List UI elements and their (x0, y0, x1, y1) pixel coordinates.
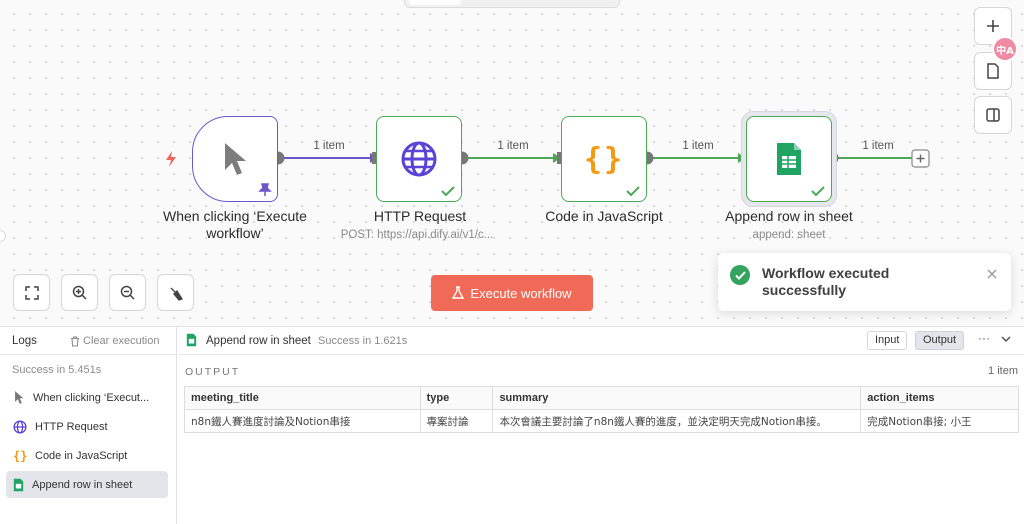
google-sheets-icon (777, 143, 801, 175)
document-icon (987, 63, 999, 79)
log-item-append-row-sheet[interactable]: Append row in sheet (6, 471, 168, 498)
success-check-icon (441, 186, 455, 197)
edge-item-count: 1 item (497, 140, 529, 152)
toast-message: Workflow executed successfully (762, 265, 962, 299)
braces-icon: {} (583, 141, 625, 177)
zoom-out-button[interactable] (109, 274, 146, 311)
google-sheets-icon (186, 333, 197, 347)
node-subtitle: POST: https://api.dify.ai/v1/c... (340, 229, 494, 241)
output-item-count: 1 item (988, 365, 1018, 377)
sidebar-icon (986, 108, 1000, 122)
tidy-up-button[interactable] (157, 274, 194, 311)
column-header: meeting_title (184, 386, 421, 410)
node-title: Code in JavaScript (545, 208, 663, 224)
execution-panel: Logs Clear execution Success in 5.451s W… (0, 326, 1024, 524)
logs-header: Logs Clear execution (0, 327, 177, 355)
node-subtitle: append: sheet (752, 229, 826, 241)
output-toggle-button[interactable]: Output (915, 331, 965, 350)
column-header: type (419, 386, 494, 410)
table-cell: n8n鐵人賽進度討論及Notion串接 (184, 409, 421, 433)
cursor-icon (225, 143, 246, 175)
success-circle-icon (730, 265, 750, 285)
log-item-label: HTTP Request (35, 420, 108, 433)
node-output-header: Append row in sheet Success in 1.621s In… (178, 327, 1024, 355)
clear-execution-label: Clear execution (83, 335, 160, 347)
success-toast: Workflow executed successfully (718, 253, 1011, 311)
zoom-in-icon (72, 285, 87, 300)
table-cell: 完成Notion串接; 小王 (860, 409, 1019, 433)
log-item-http-request[interactable]: HTTP Request (6, 413, 168, 440)
node-code[interactable]: {} (561, 116, 647, 202)
workflow-canvas[interactable]: When clicking ‘Execute workflow’ HTTP Re… (0, 0, 1024, 326)
table-header-row: meeting_title type summary action_items (184, 386, 1019, 410)
column-header: action_items (860, 386, 1019, 410)
node-title: HTTP Request (373, 208, 467, 224)
broom-icon (170, 287, 183, 301)
toast-message-line: successfully (762, 282, 847, 298)
braces-icon: {} (13, 448, 28, 463)
node-http-request[interactable] (376, 116, 462, 202)
log-item-label: When clicking ‘Execut... (33, 391, 150, 404)
node-output-title: Append row in sheet (206, 335, 311, 347)
pin-icon (258, 183, 272, 196)
plus-icon (987, 20, 999, 32)
more-options-button[interactable]: ··· (978, 331, 990, 345)
output-section-label: OUTPUT (185, 366, 241, 378)
globe-icon (401, 141, 437, 177)
success-check-icon (811, 186, 825, 197)
cursor-icon (15, 391, 24, 404)
edge-item-count: 1 item (682, 140, 714, 152)
trash-icon (71, 335, 79, 347)
clear-execution-button[interactable]: Clear execution (70, 335, 159, 347)
lightning-icon (166, 151, 176, 167)
node-append-row-sheet[interactable] (746, 116, 832, 202)
toast-message-line: Workflow executed (762, 265, 890, 281)
table-cell: 專案討論 (419, 409, 494, 433)
chevron-down-icon[interactable] (1000, 333, 1012, 345)
zoom-in-button[interactable] (61, 274, 98, 311)
table-row: n8n鐵人賽進度討論及Notion串接 專案討論 本次會議主要討論了n8n鐵人賽… (184, 409, 1019, 433)
node-title: Append row in sheet (725, 208, 853, 224)
fit-view-icon (24, 285, 39, 300)
fit-view-button[interactable] (13, 274, 50, 311)
node-manual-trigger[interactable] (192, 116, 278, 202)
log-item-manual-trigger[interactable]: When clicking ‘Execut... (6, 384, 168, 411)
logs-sidebar: Logs Clear execution Success in 5.451s W… (0, 327, 177, 524)
node-title: When clicking ‘Execute workflow’ (163, 208, 307, 241)
success-check-icon (626, 186, 640, 197)
output-table: meeting_title type summary action_items … (184, 386, 1019, 433)
logs-title: Logs (12, 335, 37, 347)
log-item-label: Code in JavaScript (35, 449, 128, 462)
log-item-label: Append row in sheet (32, 478, 133, 491)
input-toggle-button[interactable]: Input (867, 331, 908, 350)
column-header: summary (492, 386, 862, 410)
execute-workflow-label: Execute workflow (470, 285, 572, 301)
log-item-code[interactable]: {} Code in JavaScript (6, 442, 168, 469)
flask-icon (452, 286, 465, 299)
node-output-status: Success in 1.621s (318, 335, 408, 347)
edge-item-count: 1 item (862, 140, 894, 152)
close-icon[interactable] (987, 269, 997, 279)
table-cell: 本次會議主要討論了n8n鐵人賽的進度，並決定明天完成Notion串接。 (492, 409, 862, 433)
logs-success-text: Success in 5.451s (12, 364, 102, 376)
zoom-out-icon (120, 285, 135, 300)
translate-icon[interactable]: 中A (992, 36, 1018, 62)
toggle-panel-button[interactable] (974, 96, 1012, 134)
globe-icon (13, 419, 27, 434)
execute-workflow-button[interactable]: Execute workflow (431, 275, 593, 311)
google-sheets-icon (13, 478, 24, 491)
edge-item-count: 1 item (313, 140, 345, 152)
